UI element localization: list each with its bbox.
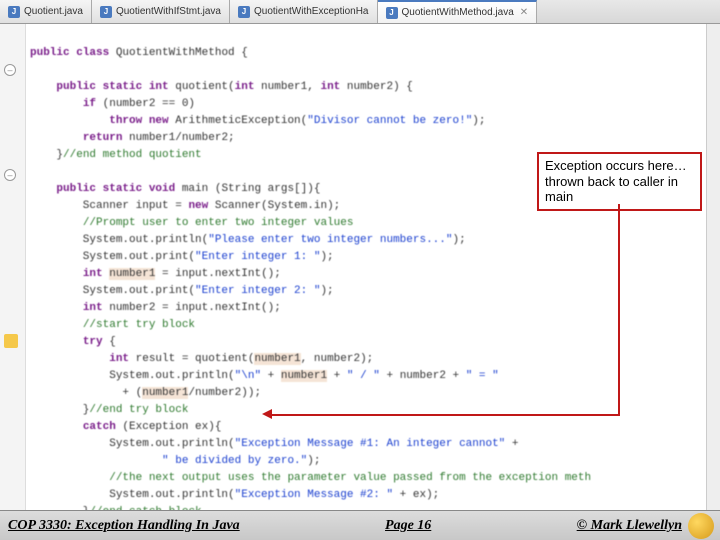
editor-gutter: – – — [0, 24, 26, 510]
code-area[interactable]: public class public class QuotientWithMe… — [30, 28, 714, 510]
vertical-scrollbar[interactable] — [706, 24, 720, 510]
warning-icon[interactable] — [4, 334, 18, 348]
fold-marker-icon[interactable]: – — [4, 64, 16, 76]
callout-text: Exception occurs here… thrown back to ca… — [545, 158, 687, 204]
java-file-icon: J — [386, 7, 398, 19]
page-number: Page 16 — [240, 518, 577, 534]
close-icon[interactable]: ✕ — [520, 7, 528, 18]
tab-label: Quotient.java — [24, 6, 83, 17]
annotation-arrow — [618, 204, 620, 414]
java-file-icon: J — [8, 6, 20, 18]
annotation-callout: Exception occurs here… thrown back to ca… — [537, 152, 702, 211]
course-title: COP 3330: Exception Handling In Java — [0, 518, 240, 534]
tab-label: QuotientWithExceptionHa — [254, 6, 369, 17]
author-credit: © Mark Llewellyn — [577, 518, 688, 534]
tab-quotient-ifstmt[interactable]: J QuotientWithIfStmt.java — [92, 0, 230, 23]
arrow-head-icon — [262, 409, 272, 419]
tab-bar: J Quotient.java J QuotientWithIfStmt.jav… — [0, 0, 720, 24]
fold-marker-icon[interactable]: – — [4, 169, 16, 181]
java-file-icon: J — [238, 6, 250, 18]
ucf-logo-icon — [688, 513, 714, 539]
tab-quotient[interactable]: J Quotient.java — [0, 0, 92, 23]
tab-quotient-exception[interactable]: J QuotientWithExceptionHa — [230, 0, 378, 23]
tab-quotient-method[interactable]: J QuotientWithMethod.java ✕ — [378, 0, 538, 23]
tab-label: QuotientWithMethod.java — [402, 7, 514, 18]
java-file-icon: J — [100, 6, 112, 18]
code-editor[interactable]: – – public class public class QuotientWi… — [0, 24, 720, 510]
annotation-arrow — [270, 414, 620, 416]
tab-label: QuotientWithIfStmt.java — [116, 6, 221, 17]
slide-footer: COP 3330: Exception Handling In Java Pag… — [0, 510, 720, 540]
